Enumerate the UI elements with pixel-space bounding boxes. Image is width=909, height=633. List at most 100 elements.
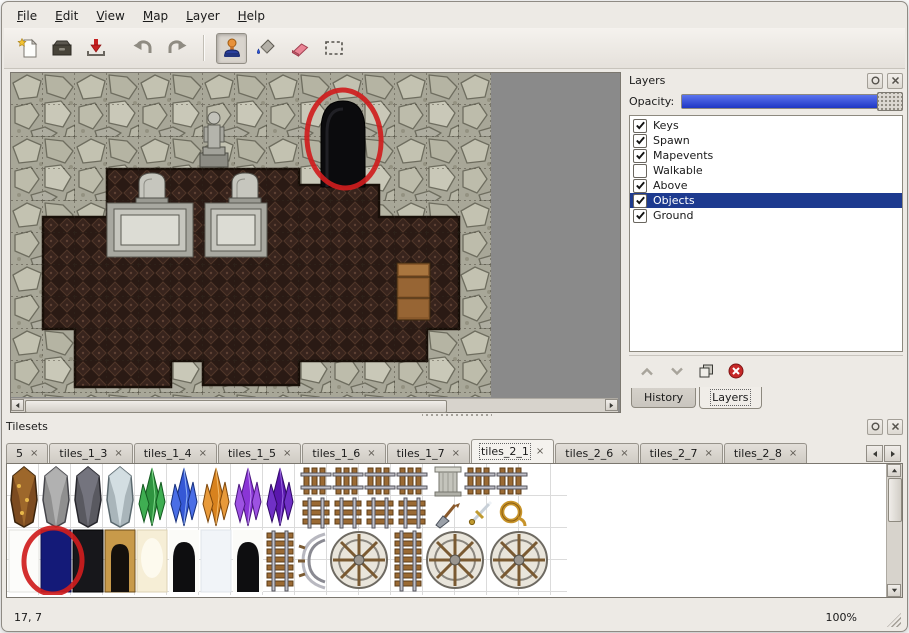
tileset-vertical-scrollbar[interactable] <box>886 464 902 597</box>
tilesets-panel-titlebar: Tilesets <box>6 418 903 435</box>
panel-tab-label: Layers <box>712 391 748 404</box>
tileset-tab[interactable]: tiles_1_3 × <box>49 443 132 463</box>
menu-item[interactable]: View <box>87 6 133 26</box>
undo-button[interactable] <box>127 33 158 64</box>
toolbar <box>4 28 905 69</box>
layer-row[interactable]: Ground <box>630 208 902 223</box>
open-button[interactable] <box>46 33 77 64</box>
panel-tab[interactable]: Layers <box>699 387 761 409</box>
map-editor-window: File Edit View Map Layer Help <box>1 1 908 632</box>
fill-tool-button[interactable] <box>250 33 281 64</box>
cursor-coordinates: 17, 7 <box>14 611 42 624</box>
layer-name: Spawn <box>653 134 690 147</box>
duplicate-layer-button[interactable] <box>699 364 714 378</box>
layer-row[interactable]: Mapevents <box>630 148 902 163</box>
tileset-canvas-frame <box>6 463 903 598</box>
move-layer-down-button[interactable] <box>669 365 685 378</box>
layer-name: Mapevents <box>653 149 713 162</box>
scroll-left-icon[interactable] <box>11 399 24 411</box>
move-layer-up-button[interactable] <box>639 365 655 378</box>
tileset-tab[interactable]: 5 × <box>6 443 48 463</box>
scroll-up-icon[interactable] <box>887 464 901 477</box>
layer-row[interactable]: Walkable <box>630 163 902 178</box>
new-file-button[interactable] <box>12 33 43 64</box>
delete-layer-button[interactable] <box>728 363 744 379</box>
layer-visibility-checkbox[interactable] <box>633 119 647 133</box>
opacity-slider-handle[interactable] <box>877 92 903 111</box>
menu-item[interactable]: File <box>8 6 46 26</box>
tab-close-icon[interactable]: × <box>789 449 797 459</box>
tab-close-icon[interactable]: × <box>452 449 460 459</box>
tileset-tab[interactable]: tiles_1_5 × <box>218 443 301 463</box>
eraser-tool-button[interactable] <box>284 33 315 64</box>
tileset-canvas[interactable] <box>7 464 885 595</box>
select-tool-button[interactable] <box>318 33 349 64</box>
map-canvas[interactable] <box>11 73 618 397</box>
stamp-tool-button[interactable] <box>216 33 247 64</box>
menu-item[interactable]: Help <box>229 6 274 26</box>
tab-close-icon[interactable]: × <box>620 449 628 459</box>
layer-row[interactable]: Above <box>630 178 902 193</box>
close-icon <box>891 422 900 431</box>
scroll-right-icon[interactable] <box>605 399 618 411</box>
tileset-tab[interactable]: tiles_1_7 × <box>387 443 470 463</box>
layers-panel: Layers Opacity: <box>629 72 903 411</box>
scrollbar-thumb[interactable] <box>888 478 902 522</box>
tab-close-icon[interactable]: × <box>283 449 291 459</box>
close-panel-button[interactable] <box>887 73 903 89</box>
tileset-tab[interactable]: tiles_2_7 × <box>640 443 723 463</box>
tab-scroll-right-button[interactable] <box>884 445 901 462</box>
layer-name: Ground <box>653 209 693 222</box>
tileset-tab-label: tiles_2_8 <box>734 447 782 460</box>
tab-close-icon[interactable]: × <box>30 449 38 459</box>
panel-tab[interactable]: History <box>631 388 696 408</box>
layer-visibility-checkbox[interactable] <box>633 149 647 163</box>
tab-close-icon[interactable]: × <box>705 449 713 459</box>
tileset-tab-label: tiles_1_7 <box>397 447 445 460</box>
float-panel-button[interactable] <box>867 73 883 89</box>
tileset-tab[interactable]: tiles_2_1 × <box>471 439 554 463</box>
map-horizontal-scrollbar[interactable] <box>11 398 618 412</box>
opacity-slider[interactable] <box>681 94 903 109</box>
close-panel-button[interactable] <box>887 419 903 435</box>
layer-visibility-checkbox[interactable] <box>633 134 647 148</box>
tileset-tab[interactable]: tiles_2_6 × <box>555 443 638 463</box>
layer-row[interactable]: Spawn <box>630 133 902 148</box>
arrow-left-icon <box>871 450 879 458</box>
tab-close-icon[interactable]: × <box>114 449 122 459</box>
tileset-tab[interactable]: tiles_1_4 × <box>134 443 217 463</box>
chevron-up-icon <box>639 365 655 378</box>
redo-button[interactable] <box>161 33 192 64</box>
save-icon <box>84 36 108 60</box>
undo-icon <box>131 36 155 60</box>
scrollbar-thumb[interactable] <box>25 400 447 413</box>
menu-item[interactable]: Layer <box>177 6 228 26</box>
scroll-down-icon[interactable] <box>887 584 901 597</box>
select-tool-icon <box>322 36 346 60</box>
tab-close-icon[interactable]: × <box>536 447 544 457</box>
resize-grip[interactable] <box>887 613 901 627</box>
tileset-tab[interactable]: tiles_1_6 × <box>302 443 385 463</box>
float-panel-button[interactable] <box>867 419 883 435</box>
tileset-tab[interactable]: tiles_2_8 × <box>724 443 807 463</box>
layer-visibility-checkbox[interactable] <box>633 179 647 193</box>
tileset-tab-label: tiles_1_5 <box>228 447 276 460</box>
opacity-label: Opacity: <box>629 95 674 108</box>
layer-row[interactable]: Objects <box>630 193 902 208</box>
save-button[interactable] <box>80 33 111 64</box>
tab-close-icon[interactable]: × <box>199 449 207 459</box>
duplicate-icon <box>699 364 714 378</box>
layer-visibility-checkbox[interactable] <box>633 164 647 178</box>
redo-icon <box>165 36 189 60</box>
tileset-tab-label: tiles_1_6 <box>312 447 360 460</box>
layer-row[interactable]: Keys <box>630 118 902 133</box>
layer-visibility-checkbox[interactable] <box>633 209 647 223</box>
menu-item[interactable]: Map <box>134 6 177 26</box>
layer-visibility-checkbox[interactable] <box>633 194 647 208</box>
menu-item[interactable]: Edit <box>46 6 87 26</box>
stamp-tool-icon <box>220 36 244 60</box>
tab-scroll-left-button[interactable] <box>866 445 883 462</box>
tab-close-icon[interactable]: × <box>367 449 375 459</box>
delete-icon <box>728 363 744 379</box>
tombstone-right <box>229 173 261 204</box>
